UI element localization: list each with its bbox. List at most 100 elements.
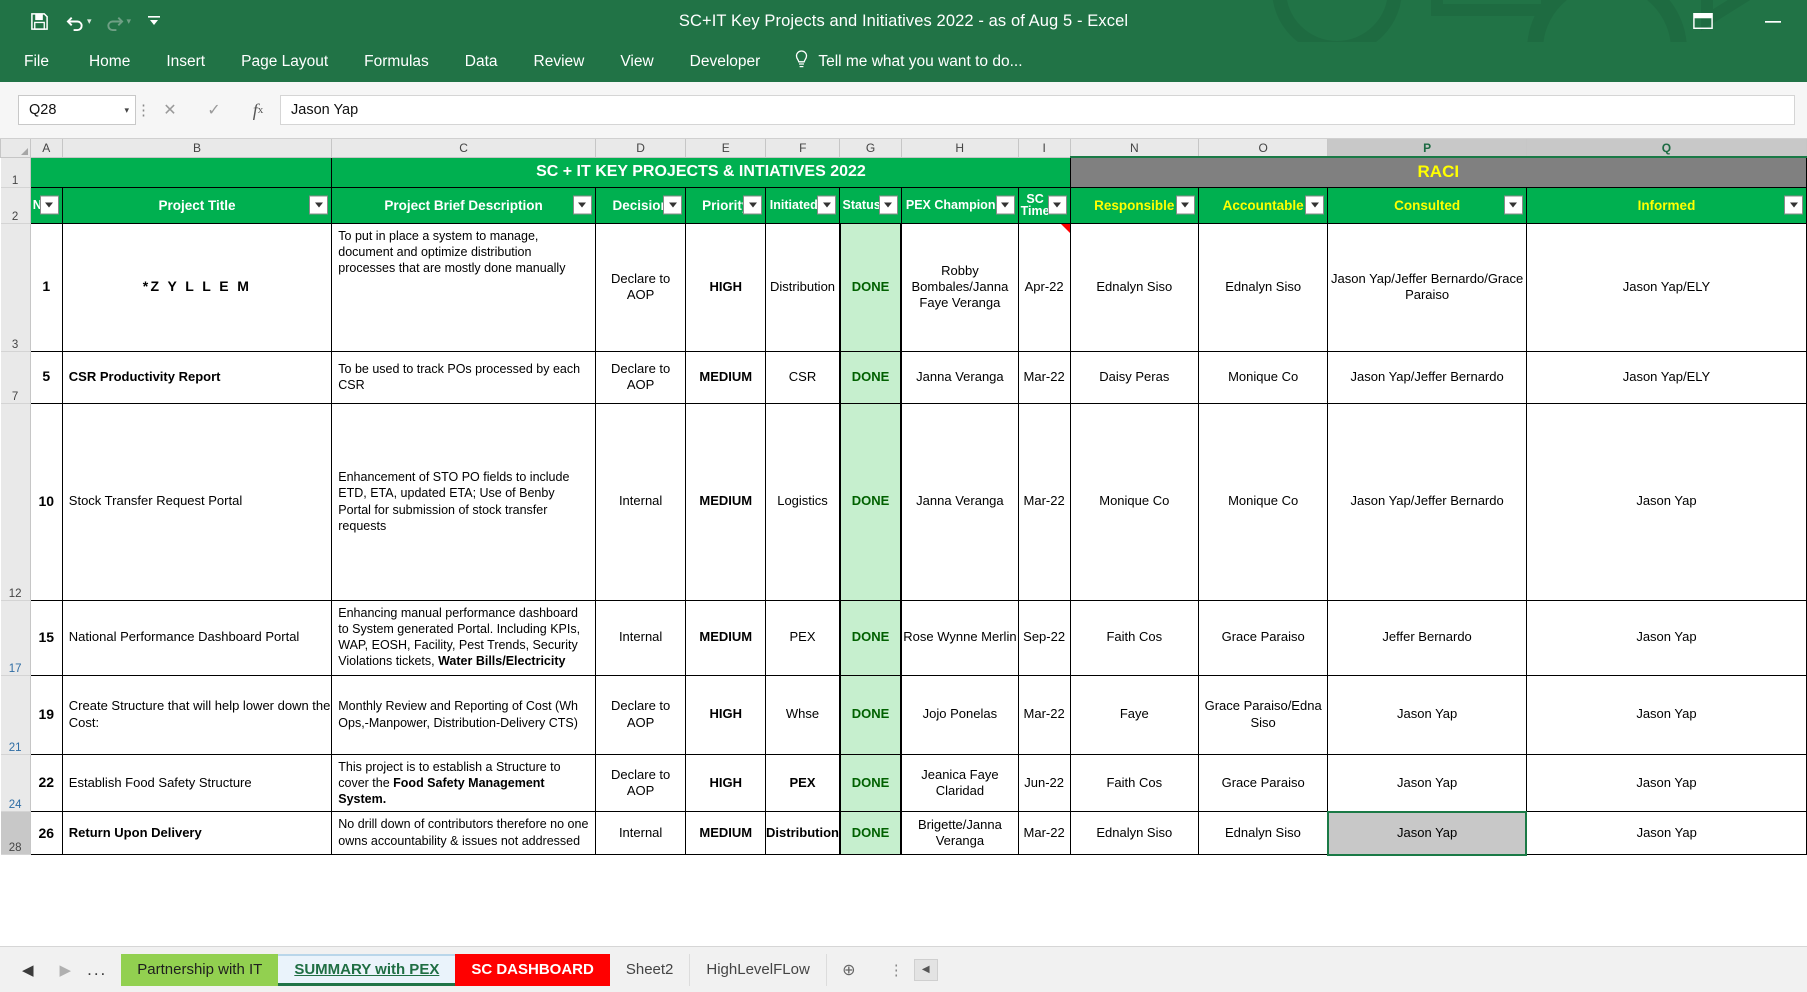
select-all-corner[interactable] (0, 139, 31, 158)
sheet-prev-icon[interactable]: ◀ (22, 961, 34, 979)
cell-no[interactable]: 1 (29, 222, 63, 352)
cell-desc[interactable]: To put in place a system to manage, docu… (331, 222, 596, 352)
cell-desc[interactable]: Enhancing manual performance dashboard t… (331, 599, 596, 676)
column-header-o[interactable]: O (1197, 139, 1329, 158)
cell-responsible[interactable]: Monique Co (1069, 402, 1199, 601)
column-header-f[interactable]: F (765, 139, 841, 158)
cell-decision[interactable]: Declare to AOP (594, 222, 687, 352)
ribbon-tab-insert[interactable]: Insert (148, 47, 223, 77)
cell-status[interactable]: DONE (838, 599, 903, 676)
cell-responsible[interactable]: Faye (1069, 674, 1199, 755)
cell-status[interactable]: DONE (838, 402, 903, 601)
hscroll-left-icon[interactable]: ◀ (913, 958, 938, 981)
sheet-tab-sc-dashboard[interactable]: SC DASHBOARD (455, 953, 610, 986)
row-header-28[interactable]: 28 (0, 811, 31, 856)
column-header-h[interactable]: H (900, 139, 1019, 158)
ribbon-tab-formulas[interactable]: Formulas (346, 47, 447, 77)
cell-consulted-selected[interactable]: Jason Yap (1326, 810, 1528, 856)
horizontal-scrollbar[interactable]: ◀ (913, 958, 1797, 981)
cell-accountable[interactable]: Grace Paraiso/Edna Siso (1197, 674, 1329, 755)
insert-function-icon[interactable]: fx (236, 95, 280, 125)
cell-sctime[interactable]: Mar-22 (1017, 811, 1071, 856)
ribbon-tab-page-layout[interactable]: Page Layout (223, 47, 346, 77)
name-box-dropdown-icon[interactable]: ▾ (124, 105, 129, 116)
cell-informed[interactable]: Jason Yap (1525, 811, 1807, 856)
filter-dropdown-icon-responsible[interactable] (1175, 195, 1195, 215)
column-header-d[interactable]: D (594, 139, 687, 158)
cell-responsible[interactable]: Daisy Peras (1069, 350, 1199, 404)
cell-informed[interactable]: Jason Yap (1525, 402, 1807, 601)
cell-responsible[interactable]: Ednalyn Siso (1069, 811, 1199, 856)
row-header-24[interactable]: 24 (0, 754, 31, 813)
cell-status[interactable]: DONE (838, 222, 903, 352)
cell-decision[interactable]: Internal (594, 402, 687, 601)
row-header-3[interactable]: 3 (0, 223, 31, 352)
enter-icon[interactable]: ✓ (192, 95, 236, 125)
filter-dropdown-icon-consulted[interactable] (1503, 195, 1523, 215)
cell-initiated[interactable]: Distribution (765, 222, 841, 352)
cell-priority[interactable]: HIGH (685, 222, 767, 352)
cell-pex[interactable]: Janna Veranga (900, 350, 1019, 404)
cell-priority[interactable]: HIGH (685, 674, 767, 755)
cell-consulted[interactable]: Jason Yap (1327, 753, 1527, 813)
sheet-tab-partnership-with-it[interactable]: Partnership with IT (121, 953, 279, 986)
row-header-17[interactable]: 17 (0, 600, 31, 676)
cell-consulted[interactable]: Jason Yap/Jeffer Bernardo/Grace Paraiso (1327, 222, 1527, 352)
cancel-icon[interactable]: ✕ (148, 95, 192, 125)
sheet-tab-highlevelflow[interactable]: HighLevelFLow (690, 953, 827, 986)
cell-consulted[interactable]: Jeffer Bernardo (1327, 599, 1527, 676)
cell-desc[interactable]: This project is to establish a Structure… (331, 753, 596, 813)
cell-accountable[interactable]: Grace Paraiso (1197, 753, 1329, 813)
cell-desc[interactable]: No drill down of contributors therefore … (331, 811, 596, 856)
sheet-tab-summary-with-pex[interactable]: SUMMARY with PEX (278, 953, 456, 986)
cell-no[interactable]: 19 (29, 674, 63, 755)
cell-title[interactable]: *Z Y L L E M (61, 222, 333, 352)
cell-title[interactable]: Return Upon Delivery (61, 811, 333, 856)
column-header-q[interactable]: Q (1525, 139, 1807, 158)
row-header-1[interactable]: 1 (0, 157, 31, 188)
column-header-e[interactable]: E (685, 139, 767, 158)
cell-informed[interactable]: Jason Yap/ELY (1525, 222, 1807, 352)
cell-title[interactable]: Create Structure that will help lower do… (61, 674, 333, 755)
cell-initiated[interactable]: CSR (765, 350, 841, 404)
cell-priority[interactable]: MEDIUM (685, 402, 767, 601)
filter-dropdown-icon-sctime[interactable] (1047, 195, 1067, 215)
cell-pex[interactable]: Robby Bombales/Janna Faye Veranga (900, 222, 1019, 352)
cell-priority[interactable]: MEDIUM (685, 350, 767, 404)
cell-title[interactable]: National Performance Dashboard Portal (61, 599, 333, 676)
filter-dropdown-icon-initiated[interactable] (817, 195, 837, 215)
column-header-c[interactable]: C (331, 139, 596, 158)
cell-accountable[interactable]: Ednalyn Siso (1197, 811, 1329, 856)
sheet-next-icon[interactable]: ▶ (60, 961, 72, 979)
cell-priority[interactable]: HIGH (685, 753, 767, 813)
cell-sctime[interactable]: Mar-22 (1017, 674, 1071, 755)
cell-priority[interactable]: MEDIUM (685, 599, 767, 676)
cell-pex[interactable]: Brigette/Janna Veranga (900, 811, 1019, 856)
add-sheet-icon[interactable]: ⊕ (827, 954, 871, 986)
cell-consulted[interactable]: Jason Yap/Jeffer Bernardo (1327, 402, 1527, 601)
formula-input[interactable]: Jason Yap (280, 95, 1795, 125)
cell-decision[interactable]: Declare to AOP (594, 753, 687, 813)
row-header-12[interactable]: 12 (0, 403, 31, 601)
cell-initiated[interactable]: Logistics (765, 402, 841, 601)
filter-dropdown-icon-title[interactable] (309, 195, 329, 215)
cell-initiated[interactable]: Distribution (765, 811, 841, 856)
cell-responsible[interactable]: Faith Cos (1069, 599, 1199, 676)
cell-decision[interactable]: Declare to AOP (594, 350, 687, 404)
cell-title[interactable]: Establish Food Safety Structure (61, 753, 333, 813)
cell-initiated[interactable]: PEX (765, 753, 841, 813)
undo-dropdown-icon[interactable]: ▾ (87, 16, 92, 27)
cell-desc[interactable]: Enhancement of STO PO fields to include … (331, 402, 596, 601)
filter-dropdown-icon-accountable[interactable] (1305, 195, 1325, 215)
sheet-tab-sheet2[interactable]: Sheet2 (610, 953, 691, 986)
cell-title[interactable]: Stock Transfer Request Portal (61, 402, 333, 601)
cell-decision[interactable]: Internal (594, 599, 687, 676)
minimize-icon[interactable] (1753, 5, 1793, 37)
cell-informed[interactable]: Jason Yap/ELY (1525, 350, 1807, 404)
cell-sctime[interactable]: Apr-22 (1017, 222, 1071, 352)
cell-informed[interactable]: Jason Yap (1525, 753, 1807, 813)
cell-accountable[interactable]: Ednalyn Siso (1197, 222, 1329, 352)
cell-informed[interactable]: Jason Yap (1525, 674, 1807, 755)
cell-no[interactable]: 22 (29, 753, 63, 813)
ribbon-tab-file[interactable]: File (14, 47, 71, 77)
